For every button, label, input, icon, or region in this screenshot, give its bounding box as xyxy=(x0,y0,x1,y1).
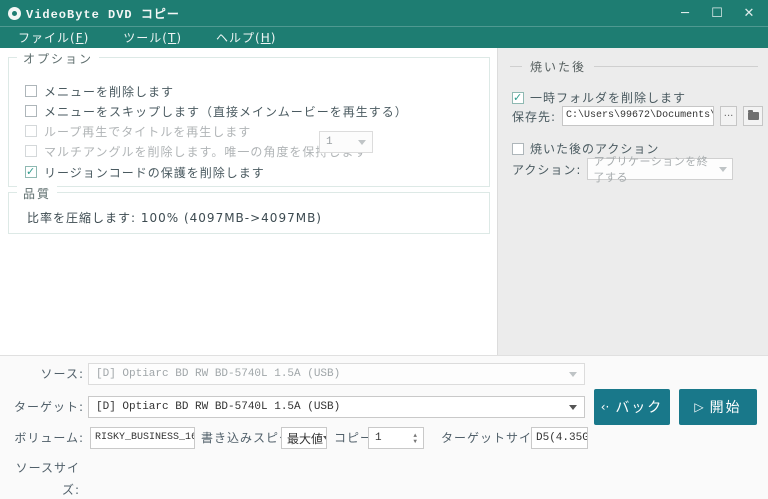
menubar: ファイル(F) ツール(T) ヘルプ(H) xyxy=(0,26,768,48)
options-groupbox: オプション メニューを削除します メニューをスキップします（直接メインムービーを… xyxy=(8,57,490,187)
angle-select: 1 xyxy=(319,131,373,153)
folder-icon xyxy=(748,112,759,120)
option-remove-menu[interactable]: メニューを削除します xyxy=(25,83,174,99)
start-button[interactable]: ▷ 開始 xyxy=(679,389,757,425)
copies-stepper[interactable]: 1 ▲▼ xyxy=(368,427,424,449)
checkbox-checked-icon[interactable] xyxy=(25,166,37,178)
chevron-down-icon xyxy=(569,405,577,410)
quality-groupbox: 品質 比率を圧縮します: 100% (4097MB->4097MB) xyxy=(8,192,490,234)
open-folder-button[interactable] xyxy=(743,106,763,126)
source-label: ソース: xyxy=(6,363,84,385)
action-label: アクション: xyxy=(512,161,581,178)
checkbox-checked-icon[interactable] xyxy=(512,92,524,104)
target-select[interactable]: [D] Optiarc BD RW BD-5740L 1.5A (USB) xyxy=(88,396,585,418)
chevron-down-icon xyxy=(323,436,327,441)
after-burning-panel: 焼いた後 一時フォルダを削除します 保存先: C:\Users\99672\Do… xyxy=(497,48,768,355)
action-row: アクション: アプリケーションを終了する xyxy=(512,158,733,180)
window-controls: ─ ☐ ✕ xyxy=(674,3,760,23)
checkbox-icon xyxy=(25,145,37,157)
play-icon: ▷ xyxy=(694,400,703,414)
back-button[interactable]: ‹· バック xyxy=(594,389,670,425)
target-size-select[interactable]: D5(4.35G) xyxy=(531,427,588,449)
after-burning-header: 焼いた後 xyxy=(510,58,758,75)
back-arrow-icon: ‹· xyxy=(601,400,610,414)
window-title: VideoByte DVD コピー xyxy=(26,5,180,22)
options-group-title: オプション xyxy=(17,50,99,67)
app-logo-disc-icon xyxy=(8,7,21,20)
action-select: アプリケーションを終了する xyxy=(587,158,733,180)
checkbox-icon[interactable] xyxy=(512,143,524,155)
save-path-row: 保存先: C:\Users\99672\Documents\VideoB ··· xyxy=(512,106,763,126)
delete-temp-folder-option[interactable]: 一時フォルダを削除します xyxy=(512,89,686,106)
compression-ratio-text: 比率を圧縮します: 100% (4097MB->4097MB) xyxy=(27,209,322,226)
menu-tools[interactable]: ツール(T) xyxy=(123,29,182,46)
target-label: ターゲット: xyxy=(6,396,84,418)
volume-label: ボリューム: xyxy=(6,427,84,449)
burn-settings-panel: ソース: [D] Optiarc BD RW BD-5740L 1.5A (US… xyxy=(0,355,768,499)
save-path-input[interactable]: C:\Users\99672\Documents\VideoB xyxy=(562,106,714,126)
option-loop-title[interactable]: ループ再生でタイトルを再生します xyxy=(25,123,251,139)
after-burning-title: 焼いた後 xyxy=(530,58,586,75)
minimize-icon[interactable]: ─ xyxy=(674,3,696,23)
stepper-arrows-icon[interactable]: ▲▼ xyxy=(413,433,417,444)
videobyte-dvd-copy-window: VideoByte DVD コピー ─ ☐ ✕ ファイル(F) ツール(T) ヘ… xyxy=(0,0,768,499)
option-remove-multiangle[interactable]: マルチアングルを削除します。唯一の角度を保持します xyxy=(25,143,367,159)
chevron-down-icon xyxy=(719,167,727,172)
chevron-down-icon xyxy=(358,140,366,145)
checkbox-icon[interactable] xyxy=(25,85,37,97)
menu-help[interactable]: ヘルプ(H) xyxy=(216,29,276,46)
source-size-label: ソースサイズ: xyxy=(2,457,80,499)
source-select: [D] Optiarc BD RW BD-5740L 1.5A (USB) xyxy=(88,363,585,385)
quality-group-title: 品質 xyxy=(17,185,57,202)
option-skip-menu[interactable]: メニューをスキップします（直接メインムービーを再生する） xyxy=(25,103,408,119)
menu-file[interactable]: ファイル(F) xyxy=(18,29,89,46)
chevron-down-icon xyxy=(569,372,577,377)
checkbox-icon xyxy=(25,125,37,137)
maximize-icon[interactable]: ☐ xyxy=(706,3,728,23)
save-to-label: 保存先: xyxy=(512,108,556,125)
option-remove-region-code[interactable]: リージョンコードの保護を削除します xyxy=(25,164,265,180)
browse-button[interactable]: ··· xyxy=(720,106,737,126)
write-speed-select[interactable]: 最大値 xyxy=(281,427,327,449)
checkbox-icon[interactable] xyxy=(25,105,37,117)
volume-input[interactable]: RISKY_BUSINESS_16X9 xyxy=(90,427,195,449)
close-icon[interactable]: ✕ xyxy=(738,3,760,23)
titlebar: VideoByte DVD コピー ─ ☐ ✕ xyxy=(0,0,768,26)
options-panel: オプション メニューを削除します メニューをスキップします（直接メインムービーを… xyxy=(0,48,497,355)
